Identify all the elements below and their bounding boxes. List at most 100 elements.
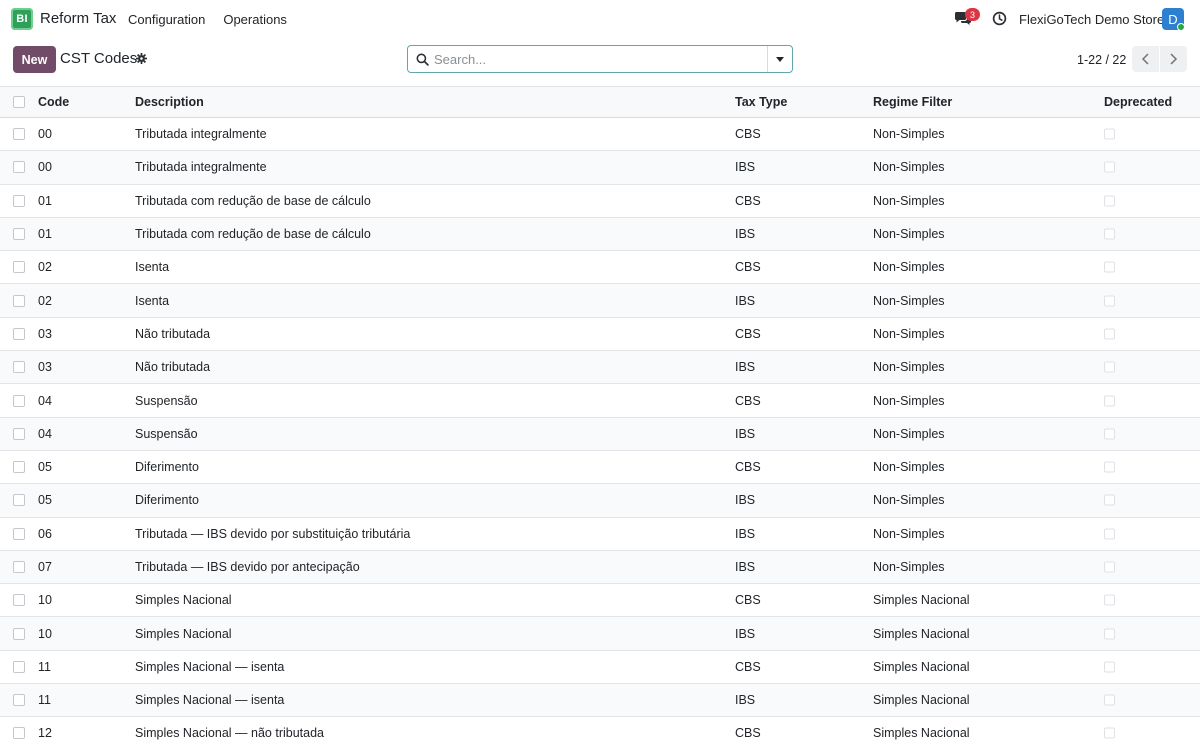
row-checkbox[interactable] [13, 494, 25, 507]
table-row[interactable]: 11 Simples Nacional — isenta IBS Simples Na… [0, 684, 1200, 718]
table-row[interactable]: 11 Simples Nacional — isenta CBS Simples Na… [0, 650, 1200, 685]
deprecated-checkbox [1104, 694, 1115, 706]
table-row[interactable]: 03 Não tributada CBS Non-Simples [0, 317, 1200, 352]
row-checkbox[interactable] [13, 128, 25, 141]
row-checkbox[interactable] [13, 228, 25, 241]
row-checkbox[interactable] [13, 261, 25, 274]
menu-item-configuration[interactable]: Configuration [128, 12, 205, 27]
select-all-checkbox[interactable] [13, 96, 25, 108]
table-row[interactable]: 03 Não tributada IBS Non-Simples [0, 351, 1200, 385]
row-checkbox[interactable] [13, 394, 25, 407]
app-logo[interactable]: BI [11, 8, 33, 30]
table-row[interactable]: 04 Suspensão CBS Non-Simples [0, 384, 1200, 418]
menu-item-operations[interactable]: Operations [223, 12, 287, 27]
table-row[interactable]: 00 Tributada integralmente IBS Non-Simples [0, 151, 1200, 185]
table-row[interactable]: 02 Isenta IBS Non-Simples [0, 284, 1200, 318]
cell-regime-filter: Simples Nacional [873, 726, 970, 741]
column-header-deprecated[interactable]: Deprecated [1104, 95, 1172, 109]
cell-description: Simples Nacional [135, 626, 232, 641]
deprecated-checkbox [1104, 461, 1115, 473]
row-checkbox[interactable] [13, 694, 25, 707]
search-options-toggle[interactable] [767, 46, 792, 72]
table-row[interactable]: 02 Isenta CBS Non-Simples [0, 251, 1200, 285]
row-checkbox[interactable] [13, 627, 25, 640]
search-bar [407, 45, 793, 73]
table-row[interactable]: 07 Tributada — IBS devido por antecipação… [0, 550, 1200, 585]
row-checkbox[interactable] [13, 561, 25, 573]
column-header-code[interactable]: Code [38, 95, 69, 109]
cell-description: Tributada — IBS devido por substituição … [135, 526, 411, 541]
column-header-regime-filter[interactable]: Regime Filter [873, 95, 952, 109]
cell-tax-type: CBS [735, 726, 761, 741]
row-checkbox[interactable] [13, 361, 25, 374]
cell-code: 00 [38, 160, 52, 175]
cell-code: 11 [38, 693, 51, 708]
table-row[interactable]: 01 Tributada com redução de base de cálcu… [0, 184, 1200, 218]
cell-code: 10 [38, 626, 52, 641]
table-row[interactable]: 10 Simples Nacional CBS Simples Nacional [0, 584, 1200, 618]
row-checkbox[interactable] [13, 727, 25, 740]
column-header-tax-type[interactable]: Tax Type [735, 95, 787, 109]
pager-value[interactable]: 1-22 / 22 [1077, 53, 1126, 67]
new-button[interactable]: New [13, 46, 56, 73]
table-row[interactable]: 10 Simples Nacional IBS Simples Nacional [0, 617, 1200, 651]
cell-tax-type: IBS [735, 426, 756, 441]
cell-regime-filter: Non-Simples [873, 127, 945, 142]
row-checkbox[interactable] [13, 327, 25, 340]
cell-tax-type: CBS [735, 127, 761, 142]
cell-tax-type: IBS [735, 293, 756, 308]
table-row[interactable]: 00 Tributada integralmente CBS Non-Simples [0, 118, 1200, 152]
pager-next-button[interactable] [1160, 46, 1187, 72]
caret-down-icon [776, 56, 784, 62]
cell-tax-type: IBS [735, 227, 756, 242]
cell-regime-filter: Non-Simples [873, 193, 945, 208]
app-name[interactable]: Reform Tax [40, 10, 116, 27]
table-row[interactable]: 12 Simples Nacional — não tributada CBS Sim… [0, 717, 1200, 750]
cell-tax-type: IBS [735, 493, 756, 508]
cell-code: 02 [38, 293, 52, 308]
page-title: CST Codes [60, 50, 138, 67]
row-checkbox[interactable] [13, 527, 25, 540]
table-row[interactable]: 01 Tributada com redução de base de cálcu… [0, 217, 1200, 252]
row-checkbox[interactable] [13, 427, 25, 440]
deprecated-checkbox [1104, 328, 1115, 340]
cell-tax-type: CBS [735, 260, 761, 275]
cell-code: 04 [38, 393, 52, 408]
table-row[interactable]: 04 Suspensão IBS Non-Simples [0, 417, 1200, 451]
cell-regime-filter: Non-Simples [873, 326, 945, 341]
search-input[interactable] [434, 50, 764, 69]
cell-tax-type: IBS [735, 626, 756, 641]
cell-code: 05 [38, 460, 52, 475]
company-switcher[interactable]: FlexiGoTech Demo Store [1019, 12, 1164, 27]
row-checkbox[interactable] [13, 161, 25, 174]
cell-regime-filter: Simples Nacional [873, 659, 970, 674]
table-row[interactable]: 05 Diferimento CBS Non-Simples [0, 450, 1200, 485]
cell-regime-filter: Simples Nacional [873, 693, 970, 708]
row-checkbox[interactable] [13, 461, 25, 474]
deprecated-checkbox [1104, 594, 1115, 606]
cell-tax-type: CBS [735, 593, 761, 608]
deprecated-checkbox [1104, 727, 1115, 739]
table-row[interactable]: 06 Tributada — IBS devido por substituiçã… [0, 517, 1200, 551]
cell-description: Diferimento [135, 493, 199, 508]
pager-previous-button[interactable] [1132, 46, 1159, 72]
cell-regime-filter: Non-Simples [873, 560, 945, 574]
deprecated-checkbox [1104, 494, 1115, 506]
cell-description: Não tributada [135, 326, 211, 341]
cell-regime-filter: Non-Simples [873, 526, 945, 541]
cell-code: 05 [38, 493, 52, 508]
deprecated-checkbox [1104, 628, 1115, 640]
cell-tax-type: IBS [735, 360, 756, 375]
cell-description: Tributada com redução de base de cálculo [135, 227, 371, 242]
row-checkbox[interactable] [13, 594, 25, 607]
row-checkbox[interactable] [13, 194, 25, 207]
column-header-description[interactable]: Description [135, 95, 204, 109]
cell-code: 00 [38, 127, 52, 142]
clock-icon[interactable] [992, 11, 1007, 26]
row-checkbox[interactable] [13, 660, 25, 673]
online-status-dot [1177, 23, 1185, 31]
row-checkbox[interactable] [13, 294, 25, 307]
table-row[interactable]: 05 Diferimento IBS Non-Simples [0, 484, 1200, 518]
gear-icon[interactable] [136, 53, 147, 64]
cell-regime-filter: Simples Nacional [873, 626, 970, 641]
